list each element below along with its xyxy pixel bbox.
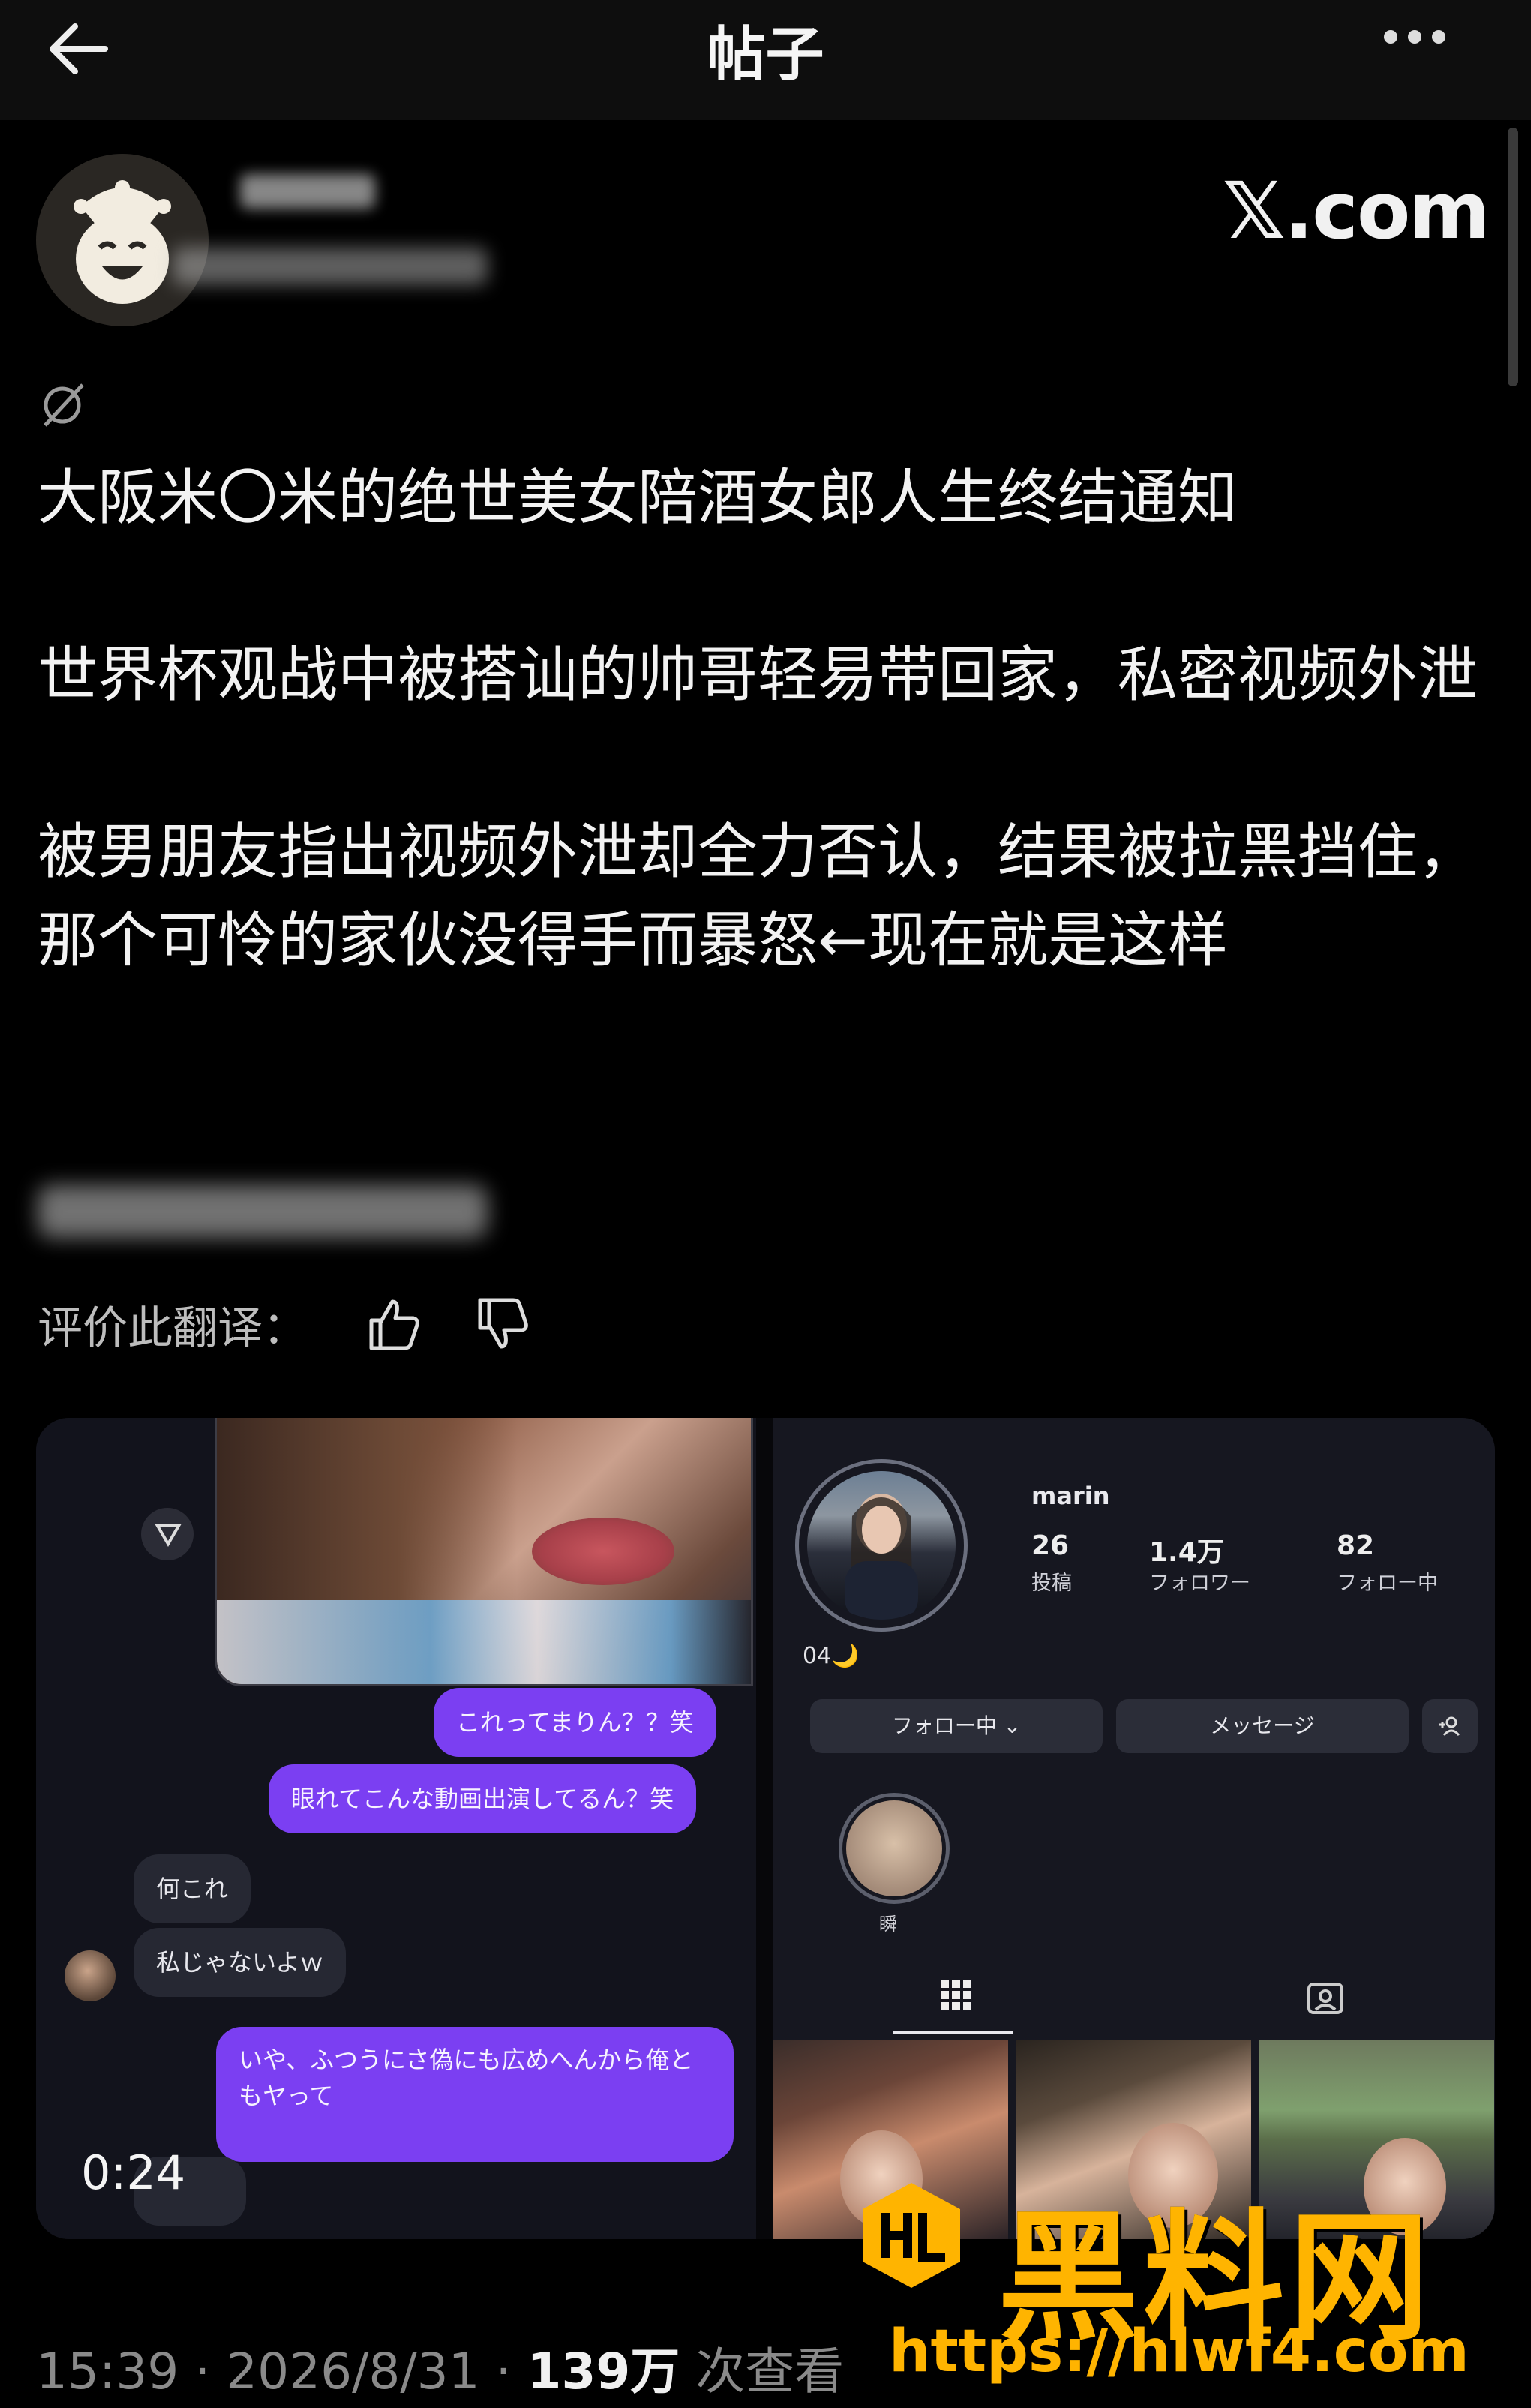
- source-label[interactable]: 𝕏.com: [1223, 165, 1490, 257]
- more-options-icon[interactable]: [1384, 30, 1459, 45]
- media-attachment[interactable]: これってまりん？？笑 眼れてこんな動画出演してるん？笑 何これ 私じゃないよｗ …: [36, 1418, 1495, 2239]
- posts-label: 投稿: [1031, 1572, 1072, 1595]
- profile-screenshot: marin 26 投稿 1.4万 フォロワー 82 フォロー中 04🌙 フォロー…: [773, 1418, 1495, 2239]
- scrollbar[interactable]: [1508, 128, 1518, 386]
- chat-screenshot: これってまりん？？笑 眼れてこんな動画出演してるん？笑 何これ 私じゃないよｗ …: [36, 1418, 756, 2239]
- chat-message: これってまりん？？笑: [434, 1688, 716, 1757]
- grid-tab-icon: [941, 1980, 971, 2010]
- post-paragraph: 大阪米〇米的绝世美女陪酒女郎人生终结通知: [38, 463, 1238, 533]
- chat-photo: [215, 1418, 753, 1686]
- thumb-down-icon[interactable]: [473, 1294, 533, 1354]
- view-count: 139万: [527, 2343, 680, 2400]
- send-icon: [141, 1508, 194, 1560]
- story-highlight: [846, 1800, 942, 1896]
- highlight-label: 瞬: [879, 1914, 897, 1935]
- post-body: 大阪米〇米的绝世美女陪酒女郎人生终结通知 世界杯观战中被搭讪的帅哥轻易带回家，私…: [38, 454, 1508, 985]
- thumb-up-icon[interactable]: [364, 1294, 424, 1354]
- tagged-tab-icon: [1307, 1983, 1343, 2014]
- followers-count: 1.4万: [1149, 1537, 1224, 1568]
- chat-avatar: [65, 1950, 116, 2001]
- post-time: 15:39: [36, 2343, 179, 2400]
- profile-avatar: [807, 1471, 956, 1620]
- profile-bio: 04🌙: [803, 1643, 860, 1669]
- add-user-icon: [1422, 1699, 1478, 1753]
- following-label: フォロー中: [1337, 1572, 1438, 1595]
- post-meta: 15:39 · 2026/8/31 · 139万 次查看: [36, 2343, 845, 2400]
- chat-message: いや、ふつうにさ偽にも広めへんから俺ともヤって: [216, 2027, 734, 2162]
- chat-message: 眼れてこんな動画出演してるん？笑: [269, 1764, 697, 1833]
- posts-count: 26: [1031, 1530, 1070, 1561]
- followers-label: フォロワー: [1149, 1572, 1250, 1595]
- view-count-label: 次查看: [695, 2343, 845, 2400]
- jester-mask-icon: [74, 180, 171, 304]
- chat-message: 私じゃないよｗ: [134, 1928, 347, 1997]
- author-name-blurred[interactable]: [240, 174, 375, 209]
- chat-message: 何これ: [134, 1854, 251, 1923]
- translate-icon: [44, 383, 84, 427]
- message-button: メッセージ: [1116, 1699, 1409, 1753]
- post-date: 2026/8/31: [226, 2343, 480, 2400]
- blurred-text: [38, 1185, 488, 1238]
- author-handle-blurred[interactable]: [173, 248, 488, 285]
- video-duration: 0:24: [81, 2145, 186, 2200]
- rate-translation-label: 评价此翻译：: [38, 1302, 308, 1355]
- following-count: 82: [1337, 1530, 1375, 1561]
- post-paragraph: 被男朋友指出视频外泄却全力否认，结果被拉黑挡住，那个可怜的家伙没得手而暴怒←现在…: [38, 817, 1478, 975]
- post-paragraph: 世界杯观战中被搭讪的帅哥轻易带回家，私密视频外泄: [38, 640, 1478, 710]
- profile-username: marin: [1031, 1482, 1110, 1510]
- following-button: フォロー中 ⌄: [810, 1699, 1103, 1753]
- author-avatar[interactable]: [36, 154, 209, 326]
- watermark-logo: [863, 2183, 960, 2288]
- page-title: 帖子: [707, 21, 824, 89]
- watermark-url: https://hlwf4.com: [889, 2318, 1469, 2385]
